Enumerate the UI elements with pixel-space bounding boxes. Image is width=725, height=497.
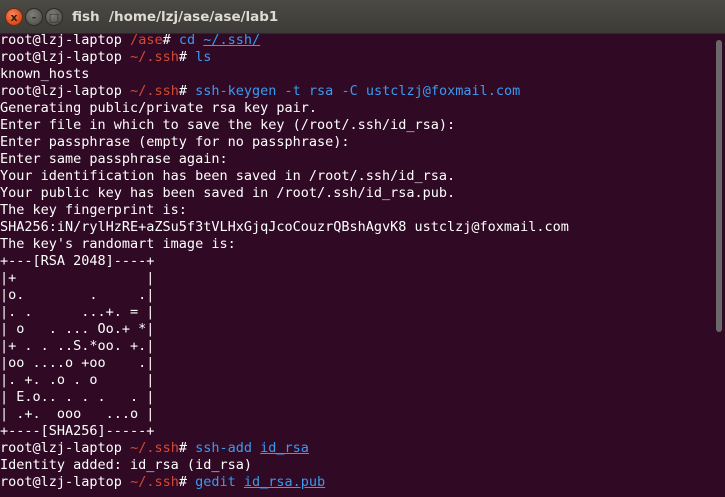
command: ssh-add bbox=[195, 440, 253, 456]
randomart-line: |oo ....o +oo .| bbox=[0, 355, 155, 371]
maximize-icon[interactable]: □ bbox=[45, 8, 63, 26]
window-title: fish /home/lzj/ase/ase/lab1 bbox=[72, 9, 279, 25]
close-icon[interactable]: x bbox=[5, 8, 23, 26]
scrollbar[interactable] bbox=[712, 34, 725, 497]
output-line: Generating public/private rsa key pair. bbox=[0, 100, 317, 116]
prompt-hash: # bbox=[178, 440, 187, 456]
command-flags: -t rsa -C bbox=[284, 83, 358, 99]
output-line: Enter same passphrase again: bbox=[0, 151, 228, 167]
fingerprint-line: SHA256:iN/rylHzRE+aZSu5f3tVLHxGjqJcoCouz… bbox=[0, 219, 569, 235]
scrollbar-thumb[interactable] bbox=[716, 40, 722, 332]
output-line: The key fingerprint is: bbox=[0, 202, 187, 218]
randomart-line: |. . ...+. = | bbox=[0, 304, 155, 320]
prompt-line: root@lzj-laptop ~/.ssh# gedit id_rsa.pub bbox=[0, 474, 712, 491]
prompt-cwd: ~/.ssh bbox=[130, 440, 179, 456]
output-line: Your identification has been saved in /r… bbox=[0, 168, 456, 184]
randomart-line: | o . ... Oo.+ *| bbox=[0, 321, 155, 337]
terminal-window: x - □ fish /home/lzj/ase/ase/lab1 root@l… bbox=[0, 0, 725, 497]
randomart-line: |. +. .o . o | bbox=[0, 372, 155, 388]
prompt-hash: # bbox=[178, 474, 187, 490]
randomart-line: | E.o.. . . . . | bbox=[0, 389, 155, 405]
randomart-line: |o. . .| bbox=[0, 287, 155, 303]
prompt-line: root@lzj-laptop ~/.ssh# ls bbox=[0, 49, 712, 66]
command-argument: ~/.ssh/ bbox=[203, 32, 261, 48]
prompt-cwd: ~/.ssh bbox=[130, 83, 179, 99]
title-bar: x - □ fish /home/lzj/ase/ase/lab1 bbox=[0, 0, 725, 34]
prompt-line: root@lzj-laptop /ase# cd ~/.ssh/ bbox=[0, 32, 712, 49]
terminal-output[interactable]: root@lzj-laptop /ase# cd ~/.ssh/ root@lz… bbox=[0, 32, 712, 497]
command: ssh-keygen bbox=[195, 83, 277, 99]
command-argument: ustclzj@foxmail.com bbox=[365, 83, 521, 99]
prompt-line: root@lzj-laptop ~/.ssh# ssh-keygen -t rs… bbox=[0, 83, 712, 100]
command: gedit bbox=[195, 474, 236, 490]
prompt-hash: # bbox=[178, 83, 187, 99]
output-line: The key's randomart image is: bbox=[0, 236, 236, 252]
command: ls bbox=[195, 49, 212, 65]
prompt-user: root@lzj-laptop bbox=[0, 49, 122, 65]
randomart-line: |+ | bbox=[0, 270, 155, 286]
randomart-line: |+ . . ..S.*oo. +.| bbox=[0, 338, 155, 354]
prompt-cwd: ~/.ssh bbox=[130, 49, 179, 65]
command-argument: id_rsa bbox=[260, 440, 309, 456]
output-line: Identity added: id_rsa (id_rsa) bbox=[0, 457, 252, 473]
prompt-cwd: ~/.ssh bbox=[130, 474, 179, 490]
output-line: Your public key has been saved in /root/… bbox=[0, 185, 456, 201]
prompt-cwd: /ase bbox=[130, 32, 163, 48]
output-line: Enter file in which to save the key (/ro… bbox=[0, 117, 456, 133]
prompt-line: root@lzj-laptop ~/.ssh# ssh-add id_rsa bbox=[0, 440, 712, 457]
prompt-user: root@lzj-laptop bbox=[0, 32, 122, 48]
randomart-line: +---[RSA 2048]----+ bbox=[0, 253, 155, 269]
output-line: known_hosts bbox=[0, 66, 90, 82]
randomart-line: | .+. ooo ...o | bbox=[0, 406, 155, 422]
randomart-line: +----[SHA256]-----+ bbox=[0, 423, 155, 439]
output-line: Enter passphrase (empty for no passphras… bbox=[0, 134, 350, 150]
command: cd bbox=[178, 32, 196, 48]
minimize-icon[interactable]: - bbox=[25, 8, 43, 26]
prompt-hash: # bbox=[178, 49, 187, 65]
prompt-user: root@lzj-laptop bbox=[0, 83, 122, 99]
prompt-user: root@lzj-laptop bbox=[0, 440, 122, 456]
command-argument: id_rsa.pub bbox=[243, 474, 326, 490]
prompt-user: root@lzj-laptop bbox=[0, 474, 122, 490]
prompt-hash: # bbox=[162, 32, 171, 48]
